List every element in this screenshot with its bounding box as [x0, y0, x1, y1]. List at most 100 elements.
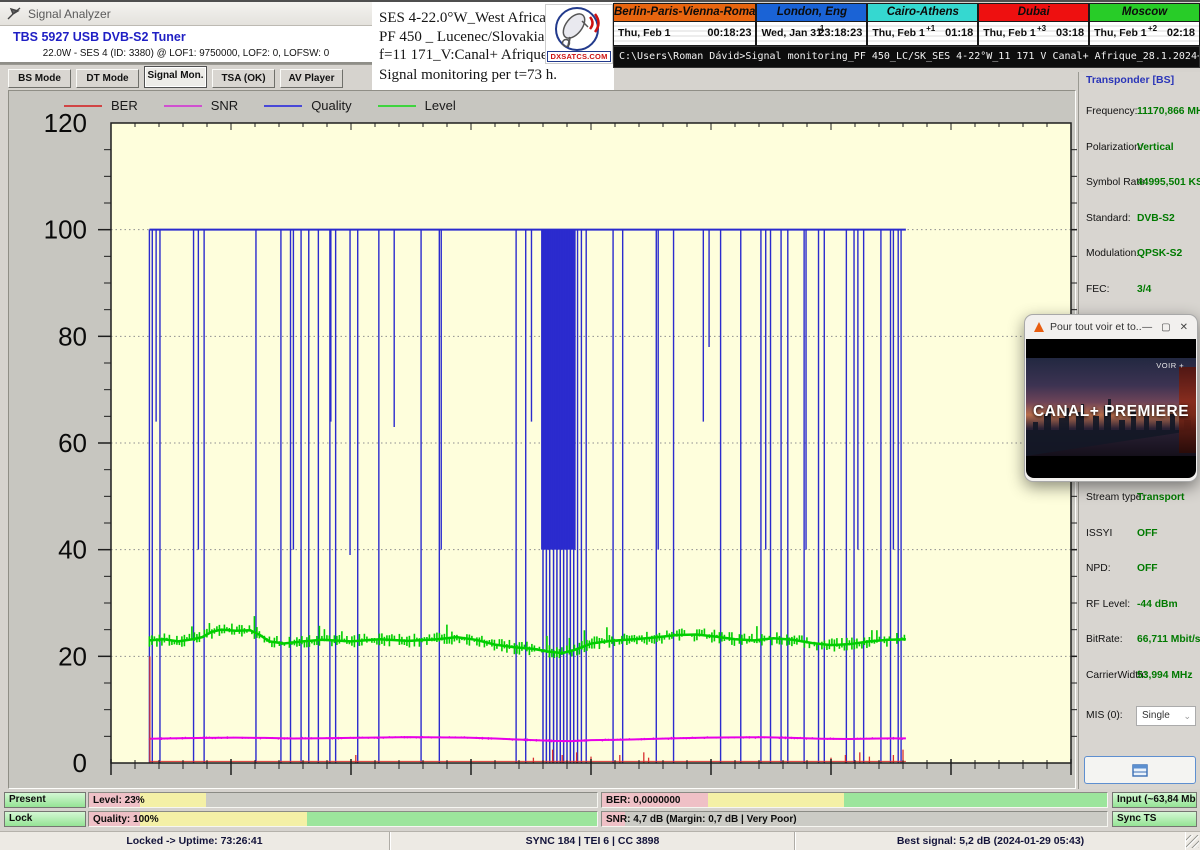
mis-selected-value: Single — [1142, 710, 1170, 721]
input-rate-indicator: Input (~63,84 Mbps) — [1112, 792, 1197, 808]
transponder-row: Stream type: Transport — [1079, 478, 1200, 514]
mode-tabs: BS Mode DT Mode Signal Mon. TSA (OK) AV Play… — [0, 64, 372, 90]
mode-tab[interactable]: DT Mode — [76, 69, 139, 88]
clock-time: 02:18 — [1167, 27, 1195, 39]
resize-grip[interactable] — [1186, 835, 1199, 848]
mode-tab[interactable]: TSA (OK) — [212, 69, 275, 88]
clock-column: Moscow Thu, Feb 1 +2 02:18 — [1089, 3, 1200, 46]
meter-segment — [140, 793, 206, 807]
signal-analyzer-window: Signal Analyzer TBS 5927 USB DVB-S2 Tune… — [0, 0, 1200, 850]
transponder-row: CarrierWidth: 53,994 MHz — [1079, 656, 1200, 692]
satellite-name: SES 4-22.0°W_West Africa — [379, 10, 546, 27]
console-path: C:\Users\Roman Dávid>Signal monitoring_P… — [613, 46, 1200, 68]
clock-date: Thu, Feb 1 — [1094, 27, 1147, 39]
mode-tab[interactable]: Signal Mon. — [144, 66, 207, 88]
popup-titlebar[interactable]: Pour tout voir et to... — ▢ ✕ — [1025, 315, 1197, 339]
clock-city: London, Eng — [756, 3, 867, 22]
statusbar: Locked -> Uptime: 73:26:41 SYNC 184 | TE… — [0, 831, 1200, 850]
mode-tab[interactable]: BS Mode — [8, 69, 71, 88]
clock-time: 01:18 — [945, 27, 973, 39]
transponder-row: RF Level: -44 dBm — [1079, 585, 1200, 621]
sync-ts-indicator: Sync TS — [1112, 811, 1197, 827]
minimize-button[interactable]: — — [1142, 322, 1152, 333]
clock-time-cell: Thu, Feb 1 +2 02:18 — [1089, 22, 1200, 46]
app-antenna-icon — [7, 7, 22, 20]
tuner-name: TBS 5927 USB DVB-S2 Tuner — [13, 30, 186, 44]
clock-column: Dubai Thu, Feb 1 +3 03:18 — [978, 3, 1089, 46]
lock-indicator: Lock — [4, 811, 86, 827]
meter-segment — [206, 793, 597, 807]
row-label: BitRate: — [1086, 634, 1123, 645]
transponder-title: Transponder [BS] — [1086, 74, 1174, 86]
transponder-row: Modulation: QPSK-S2 — [1079, 234, 1200, 270]
transponder-row: Polarization: Vertical — [1079, 128, 1200, 164]
clock-time-cell: Thu, Feb 1 +1 01:18 — [867, 22, 978, 46]
clock-city: Cairo-Athens — [867, 3, 978, 22]
svg-text:60: 60 — [58, 428, 87, 458]
row-value: OFF — [1137, 528, 1158, 539]
close-button[interactable]: ✕ — [1180, 322, 1188, 333]
mis-row: MIS (0): Single ⌄ — [1079, 704, 1200, 728]
transponder-row: Symbol Rate: 44995,501 KS/s — [1079, 163, 1200, 199]
transport-panel-button[interactable] — [1084, 756, 1196, 784]
meter-segment — [140, 812, 308, 826]
vlc-cone-icon — [1034, 322, 1044, 332]
transponder-row: BitRate: 66,711 Mbit/s — [1079, 620, 1200, 656]
maximize-button[interactable]: ▢ — [1161, 322, 1170, 333]
popup-title: Pour tout voir et to... — [1050, 321, 1142, 333]
svg-text:100: 100 — [44, 215, 87, 245]
satellite-dish-icon — [546, 5, 612, 53]
clock-time-cell: Thu, Feb 1 00:18:23 — [613, 22, 756, 46]
row-label: NPD: — [1086, 563, 1111, 574]
chevron-down-icon: ⌄ — [1183, 707, 1191, 725]
row-label: Standard: — [1086, 213, 1131, 224]
transponder-row: Standard: DVB-S2 — [1079, 199, 1200, 235]
signal-chart-panel: BER SNR Quality Level 020406080100120 — [8, 90, 1076, 789]
vlc-popup-window[interactable]: Pour tout voir et to... — ▢ ✕ VOIR + CAN… — [1024, 314, 1198, 482]
row-value: 3/4 — [1137, 284, 1151, 295]
clock-date: Thu, Feb 1 — [983, 27, 1036, 39]
dxsatcs-logo-text: DXSATCS.COM — [547, 51, 611, 62]
row-value: OFF — [1137, 563, 1158, 574]
world-clocks: Berlin-Paris-Vienna-Roma Thu, Feb 1 00:1… — [613, 3, 1200, 46]
clock-utc-offset: +1 — [926, 24, 935, 33]
mis-dropdown[interactable]: Single ⌄ — [1136, 706, 1196, 726]
clock-time-cell: Thu, Feb 1 +3 03:18 — [978, 22, 1089, 46]
dish-location: PF 450 _ Lucenec/Slovakia — [379, 29, 544, 46]
row-label: RF Level: — [1086, 599, 1130, 610]
clock-time: 00:18:23 — [707, 27, 751, 39]
row-label: Frequency: — [1086, 106, 1138, 117]
meter-segment — [844, 793, 1107, 807]
level-bar-label: Level: 23% — [93, 793, 145, 808]
row-label: Stream type: — [1086, 492, 1144, 503]
transponder-row: NPD: OFF — [1079, 549, 1200, 585]
monitoring-duration: Signal monitoring per t=73 h. — [379, 67, 557, 84]
video-player[interactable]: VOIR + CANAL+ PREMIERE — [1026, 339, 1196, 478]
canal-premiere-title: CANAL+ PREMIERE — [1026, 403, 1196, 421]
frequency-channel: f=11 171_V:Canal+ Afrique — [379, 47, 548, 64]
snr-bar-label: SNR: 4,7 dB (Margin: 0,7 dB | Very Poor) — [606, 812, 797, 827]
snr-bar: SNR: 4,7 dB (Margin: 0,7 dB | Very Poor) — [601, 811, 1108, 827]
clock-city: Dubai — [978, 3, 1089, 22]
titlebar[interactable]: Signal Analyzer — [0, 2, 372, 26]
transponder-rows-top: Frequency: 11170,866 MHz Polarization: V… — [1079, 92, 1200, 341]
ber-bar-label: BER: 0,0000000 — [606, 793, 681, 808]
row-value: 66,711 Mbit/s — [1137, 634, 1200, 645]
clock-time: 23:18:23 — [818, 27, 862, 39]
chart-svg: 020406080100120 — [9, 91, 1077, 790]
transponder-row: Frequency: 11170,866 MHz — [1079, 92, 1200, 128]
row-value: 44995,501 KS/s — [1137, 177, 1200, 188]
svg-text:0: 0 — [73, 748, 87, 778]
dxsatcs-logo: DXSATCS.COM — [545, 4, 613, 64]
voir-plus-label: VOIR + — [1156, 361, 1184, 370]
svg-text:80: 80 — [58, 321, 87, 351]
row-value: DVB-S2 — [1137, 213, 1175, 224]
clock-time-cell: Wed, Jan 31 -1 23:18:23 — [756, 22, 867, 46]
transponder-row: ISSYI OFF — [1079, 514, 1200, 550]
row-value: Transport — [1137, 492, 1185, 503]
clock-date: Thu, Feb 1 — [872, 27, 925, 39]
row-value: QPSK-S2 — [1137, 248, 1182, 259]
row-label: Modulation: — [1086, 248, 1139, 259]
ber-bar: BER: 0,0000000 — [601, 792, 1108, 808]
mode-tab[interactable]: AV Player — [280, 69, 343, 88]
